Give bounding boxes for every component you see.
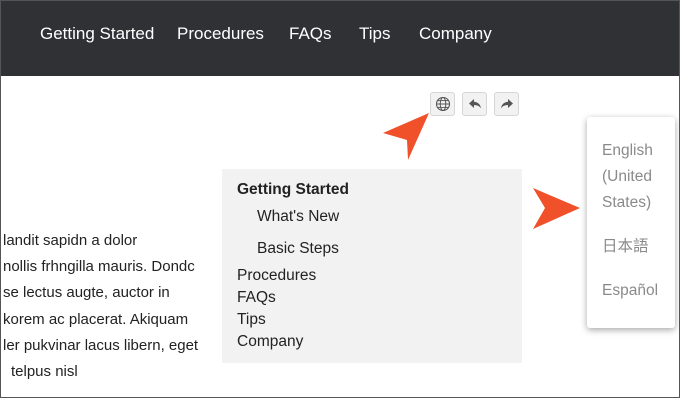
toc-item-getting-started[interactable]: Getting Started <box>237 181 349 199</box>
nav-procedures[interactable]: Procedures <box>177 24 264 44</box>
reply-arrow-icon <box>468 99 481 109</box>
top-navigation-bar: Getting Started Procedures FAQs Tips Com… <box>0 0 680 76</box>
toc-subitem-basic-steps[interactable]: Basic Steps <box>257 240 339 258</box>
globe-icon <box>435 96 450 112</box>
body-line: ler pukvinar lacus libern, eget <box>3 336 199 354</box>
forward-arrow-icon <box>500 99 513 109</box>
callout-arrow-icon <box>533 188 580 229</box>
language-option-english[interactable]: English (United States) <box>602 138 664 216</box>
body-line: landit sapidn a dolor <box>3 232 138 249</box>
language-option-japanese[interactable]: 日本語 <box>602 234 649 260</box>
body-line: nollis frhngilla mauris. Dondc <box>3 258 195 276</box>
language-menu: English (United States) 日本語 Español <box>587 117 675 328</box>
language-option-spanish[interactable]: Español <box>602 278 658 304</box>
language-button[interactable] <box>430 92 455 116</box>
toc-subitem-whats-new[interactable]: What's New <box>257 208 339 226</box>
article-body-text: landit sapidn a dolor nollis frhngilla m… <box>3 228 218 385</box>
toc-item-company[interactable]: Company <box>237 333 303 351</box>
nav-tips[interactable]: Tips <box>359 24 391 44</box>
toc-item-faqs[interactable]: FAQs <box>237 289 276 307</box>
nav-company[interactable]: Company <box>419 24 492 44</box>
back-button[interactable] <box>462 92 487 116</box>
nav-getting-started[interactable]: Getting Started <box>40 24 154 44</box>
body-line: telpus nisl <box>11 363 78 381</box>
toc-item-procedures[interactable]: Procedures <box>237 267 316 285</box>
body-line: korem ac placerat. Akiquam <box>3 310 189 328</box>
toc-item-tips[interactable]: Tips <box>237 311 266 329</box>
forward-button[interactable] <box>494 92 519 116</box>
body-line: se lectus augte, auctor in <box>3 284 170 302</box>
nav-faqs[interactable]: FAQs <box>289 24 332 44</box>
table-of-contents: Getting Started What's New Basic Steps P… <box>222 169 522 363</box>
callout-arrow-icon <box>383 113 429 160</box>
